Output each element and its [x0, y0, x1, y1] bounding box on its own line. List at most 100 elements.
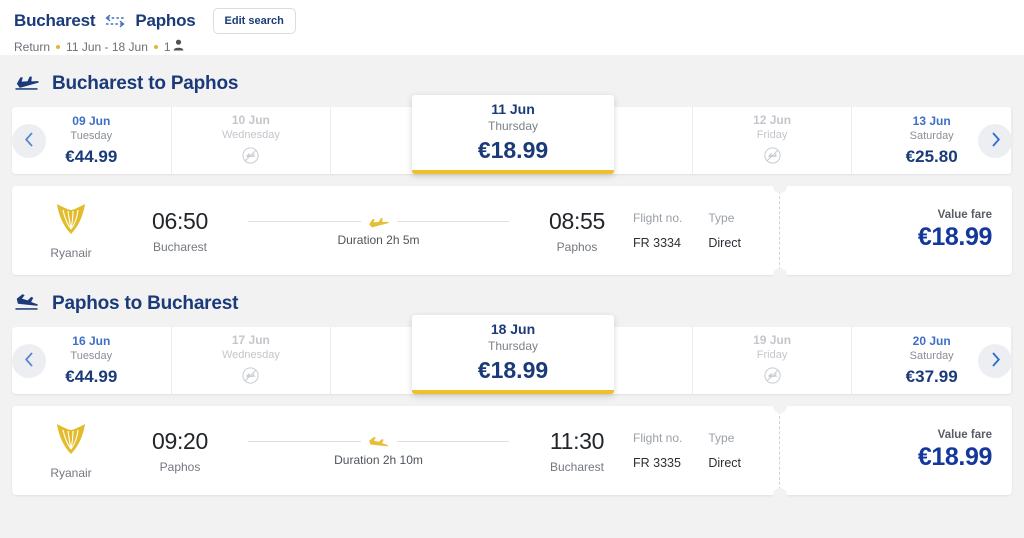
duration-block: Duration 2h 5m [230, 214, 527, 247]
outbound-fare-block[interactable]: Value fare €18.99 [780, 209, 1012, 252]
date-day: 19 Jun [753, 332, 792, 347]
outbound-date-cell-selected[interactable]: 11 Jun Thursday €18.99 [412, 95, 614, 174]
destination-city: Paphos [135, 11, 196, 30]
date-day: 13 Jun [912, 114, 951, 128]
duration-text: Duration 2h 5m [337, 233, 420, 247]
date-weekday: Saturday [909, 130, 954, 142]
outbound-flight-card[interactable]: Ryanair 06:50 Bucharest Duration 2h 5m 0… [12, 179, 1012, 282]
arrival-airport: Bucharest [549, 459, 605, 474]
ryanair-harp-logo [52, 422, 90, 461]
route-title-row: Bucharest Paphos Edit search [14, 8, 1024, 34]
fare-divider [773, 399, 787, 502]
date-weekday: Tuesday [70, 130, 113, 142]
outbound-date-cell-1[interactable]: 10 Jun Wednesday [172, 107, 332, 174]
duration-line [248, 214, 509, 228]
flight-no-value: FR 3335 [633, 456, 681, 470]
departure-time: 09:20 [151, 427, 209, 454]
outbound-prev-dates-button[interactable] [12, 123, 46, 158]
date-price: €18.99 [477, 137, 549, 163]
outbound-date-strip: 09 Jun Tuesday €44.99 10 Jun Wednesday 1… [12, 95, 1012, 174]
origin-city: Bucharest [14, 11, 96, 30]
departure-block: 06:50 Bucharest [130, 208, 230, 254]
date-day: 17 Jun [231, 332, 270, 347]
date-day: 12 Jun [753, 112, 792, 127]
flight-meta-block: Flight no. FR 3334 Type Direct [627, 211, 779, 250]
no-flight-icon [242, 146, 259, 169]
fare-price: €18.99 [917, 443, 992, 471]
fare-label: Value fare [937, 209, 992, 221]
date-weekday: Friday [756, 348, 788, 361]
airline-name: Ryanair [50, 465, 92, 480]
inbound-section: Paphos to Bucharest 16 Jun Tuesday €44.9… [0, 275, 1024, 502]
plane-takeoff-icon [14, 71, 41, 96]
arrival-time: 08:55 [548, 207, 606, 234]
ryanair-harp-logo [52, 202, 90, 241]
trip-type-label: Return [14, 39, 51, 54]
passenger-count: 1 [164, 39, 184, 54]
duration-text: Duration 2h 10m [334, 453, 423, 467]
date-price: €25.80 [905, 147, 958, 166]
page-header: Bucharest Paphos Edit search Return 11 J… [0, 0, 1024, 55]
passenger-count-value: 1 [163, 39, 171, 54]
type-value: Direct [708, 236, 742, 250]
edit-search-button[interactable]: Edit search [212, 8, 296, 34]
no-flight-icon [763, 366, 781, 389]
chevron-right-icon [989, 131, 1002, 151]
fare-divider [773, 179, 787, 282]
separator-dot-icon [153, 44, 158, 49]
chevron-left-icon [23, 131, 36, 151]
no-flight-icon [763, 146, 781, 169]
date-day: 11 Jun [491, 101, 535, 117]
inbound-section-title: Paphos to Bucharest [52, 292, 239, 314]
date-weekday: Wednesday [221, 348, 280, 361]
flight-no-label: Flight no. [633, 431, 683, 445]
duration-line [248, 434, 509, 448]
date-day: 16 Jun [72, 334, 111, 348]
date-price: €18.99 [477, 357, 549, 383]
flight-meta-block: Flight no. FR 3335 Type Direct [627, 431, 779, 470]
date-day: 09 Jun [72, 114, 111, 128]
fare-price: €18.99 [917, 223, 992, 251]
swap-horizontal-icon[interactable] [102, 13, 128, 29]
outbound-next-dates-button[interactable] [978, 123, 1012, 158]
flight-type-column: Type Direct [708, 431, 741, 470]
inbound-date-cell-1[interactable]: 17 Jun Wednesday [172, 327, 332, 394]
date-weekday: Wednesday [221, 128, 280, 141]
inbound-prev-dates-button[interactable] [12, 343, 46, 378]
airline-block: Ryanair [12, 422, 130, 480]
plane-landing-icon [361, 435, 397, 448]
inbound-date-cell-selected[interactable]: 18 Jun Thursday €18.99 [412, 315, 614, 394]
departure-airport: Paphos [159, 459, 201, 474]
date-range-label: 11 Jun - 18 Jun [66, 39, 148, 54]
arrival-block: 08:55 Paphos [527, 208, 627, 254]
outbound-section: Bucharest to Paphos 09 Jun Tuesday €44.9… [0, 55, 1024, 282]
date-day: 20 Jun [912, 334, 951, 348]
type-value: Direct [708, 456, 742, 470]
arrival-airport: Paphos [556, 239, 598, 254]
date-price: €44.99 [65, 367, 118, 386]
inbound-fare-block[interactable]: Value fare €18.99 [780, 429, 1012, 472]
inbound-next-dates-button[interactable] [978, 343, 1012, 378]
separator-dot-icon [56, 44, 61, 49]
inbound-date-cell-3[interactable]: 19 Jun Friday [693, 327, 853, 394]
airline-name: Ryanair [50, 245, 92, 260]
flight-number-column: Flight no. FR 3334 [633, 211, 682, 250]
chevron-right-icon [989, 351, 1002, 371]
outbound-date-cell-3b[interactable]: 12 Jun Friday [693, 107, 853, 174]
inbound-flight-card[interactable]: Ryanair 09:20 Paphos Duration 2h 10m 11:… [12, 399, 1012, 502]
outbound-section-title: Bucharest to Paphos [52, 72, 239, 94]
chevron-left-icon [23, 351, 36, 371]
person-icon [173, 39, 184, 54]
airline-block: Ryanair [12, 202, 130, 260]
date-weekday: Friday [756, 128, 788, 141]
date-day: 10 Jun [231, 112, 270, 127]
date-weekday: Saturday [909, 350, 954, 362]
date-weekday: Thursday [487, 119, 539, 133]
search-summary: Return 11 Jun - 18 Jun 1 [14, 39, 1024, 54]
date-weekday: Thursday [487, 339, 539, 353]
arrival-block: 11:30 Bucharest [527, 428, 627, 474]
departure-airport: Bucharest [152, 239, 208, 254]
departure-block: 09:20 Paphos [130, 428, 230, 474]
flight-no-label: Flight no. [633, 211, 683, 225]
date-weekday: Tuesday [70, 350, 113, 362]
